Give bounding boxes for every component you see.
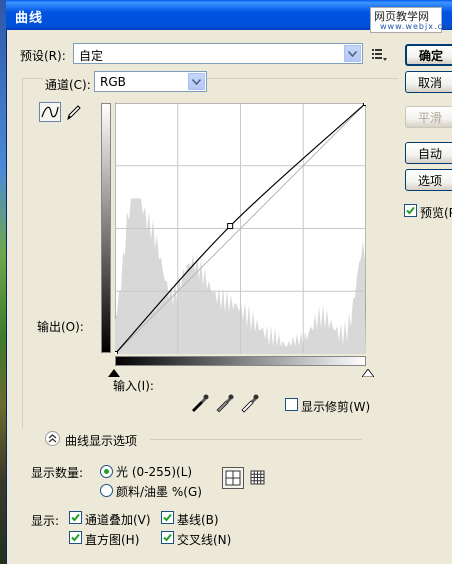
- preset-menu-icon[interactable]: [371, 46, 387, 62]
- black-point-slider[interactable]: [108, 366, 120, 377]
- show-clipping-label: 显示修剪(W): [301, 400, 371, 414]
- input-label: 输入(I):: [113, 379, 154, 393]
- check-icon: [161, 511, 174, 524]
- chevron-down-icon[interactable]: [188, 73, 205, 90]
- show-amount-label: 显示数量:: [31, 466, 84, 480]
- section-divider: [150, 439, 362, 440]
- cancel-button[interactable]: 取消: [405, 71, 452, 93]
- light-radio[interactable]: [100, 463, 113, 478]
- auto-button[interactable]: 自动: [405, 142, 452, 164]
- baseline-label: 基线(B): [177, 513, 219, 527]
- pencil-tool-button[interactable]: [64, 102, 84, 122]
- pencil-icon: [67, 105, 81, 121]
- eyedropper-gray-icon: [216, 394, 234, 413]
- check-icon: [404, 204, 417, 217]
- intersection-checkbox[interactable]: [161, 531, 174, 545]
- radio-selected-icon: [100, 465, 113, 478]
- preview-checkbox[interactable]: [404, 204, 417, 218]
- grid-4-icon: [225, 470, 241, 486]
- check-icon: [161, 531, 174, 544]
- check-icon: [69, 511, 82, 524]
- grid-simple-button[interactable]: [222, 467, 244, 489]
- eyedropper-black-icon: [192, 394, 209, 412]
- black-eyedropper-button[interactable]: [189, 393, 209, 413]
- check-icon: [69, 531, 82, 544]
- light-radio-label: 光 (0-255)(L): [116, 465, 193, 479]
- group-border-left: [22, 78, 23, 428]
- curve-control-point[interactable]: [115, 351, 118, 355]
- show-clipping-checkbox[interactable]: [285, 398, 298, 414]
- pigment-radio[interactable]: [100, 484, 113, 500]
- curve-control-point[interactable]: [363, 103, 367, 106]
- channel-label: 通道(C):: [43, 76, 93, 93]
- baseline-checkbox[interactable]: [161, 511, 174, 525]
- options-button[interactable]: 选项: [405, 169, 452, 191]
- display-options-header: 曲线显示选项: [65, 434, 138, 448]
- checkbox-empty-icon: [285, 398, 298, 411]
- grid-detailed-button[interactable]: [248, 468, 268, 488]
- output-gradient-bar: [101, 103, 111, 353]
- white-point-slider[interactable]: [361, 366, 375, 378]
- histogram-label: 直方图(H): [85, 533, 140, 547]
- channel-overlay-label: 通道叠加(V): [85, 513, 151, 527]
- radio-empty-icon: [100, 484, 113, 497]
- triangle-white-icon: [361, 368, 375, 378]
- output-label: 输出(O):: [37, 320, 84, 334]
- preset-label: 预设(R):: [20, 49, 66, 63]
- curve-tool-button[interactable]: [39, 102, 61, 122]
- gray-eyedropper-button[interactable]: [214, 393, 234, 413]
- expand-toggle[interactable]: [45, 431, 60, 446]
- preview-label: 预览(P: [420, 206, 452, 220]
- curves-graph[interactable]: [115, 103, 366, 354]
- channel-value: RGB: [100, 75, 126, 89]
- eyedropper-white-icon: [241, 394, 259, 413]
- curve-control-point[interactable]: [227, 223, 234, 230]
- preset-select[interactable]: 自定: [73, 43, 363, 64]
- histogram-checkbox[interactable]: [69, 531, 82, 545]
- watermark-url: www.webjx.com: [380, 22, 452, 31]
- smooth-button[interactable]: 平滑: [405, 106, 452, 128]
- input-gradient-bar: [115, 356, 366, 366]
- triangle-black-icon: [108, 369, 120, 377]
- pigment-radio-label: 颜料/油墨 %(G): [116, 485, 202, 499]
- window-title: 曲线: [15, 11, 44, 26]
- curve-icon: [41, 106, 59, 118]
- show-label: 显示:: [31, 514, 60, 528]
- ok-button[interactable]: 确定: [405, 44, 452, 66]
- chevron-down-icon[interactable]: [344, 45, 361, 62]
- intersection-label: 交叉线(N): [177, 533, 232, 547]
- channel-select[interactable]: RGB: [94, 71, 207, 92]
- white-eyedropper-button[interactable]: [239, 393, 259, 413]
- channel-overlay-checkbox[interactable]: [69, 511, 82, 525]
- preset-value: 自定: [79, 49, 104, 63]
- double-chevron-up-icon: [48, 434, 57, 443]
- grid-16-icon: [250, 470, 265, 485]
